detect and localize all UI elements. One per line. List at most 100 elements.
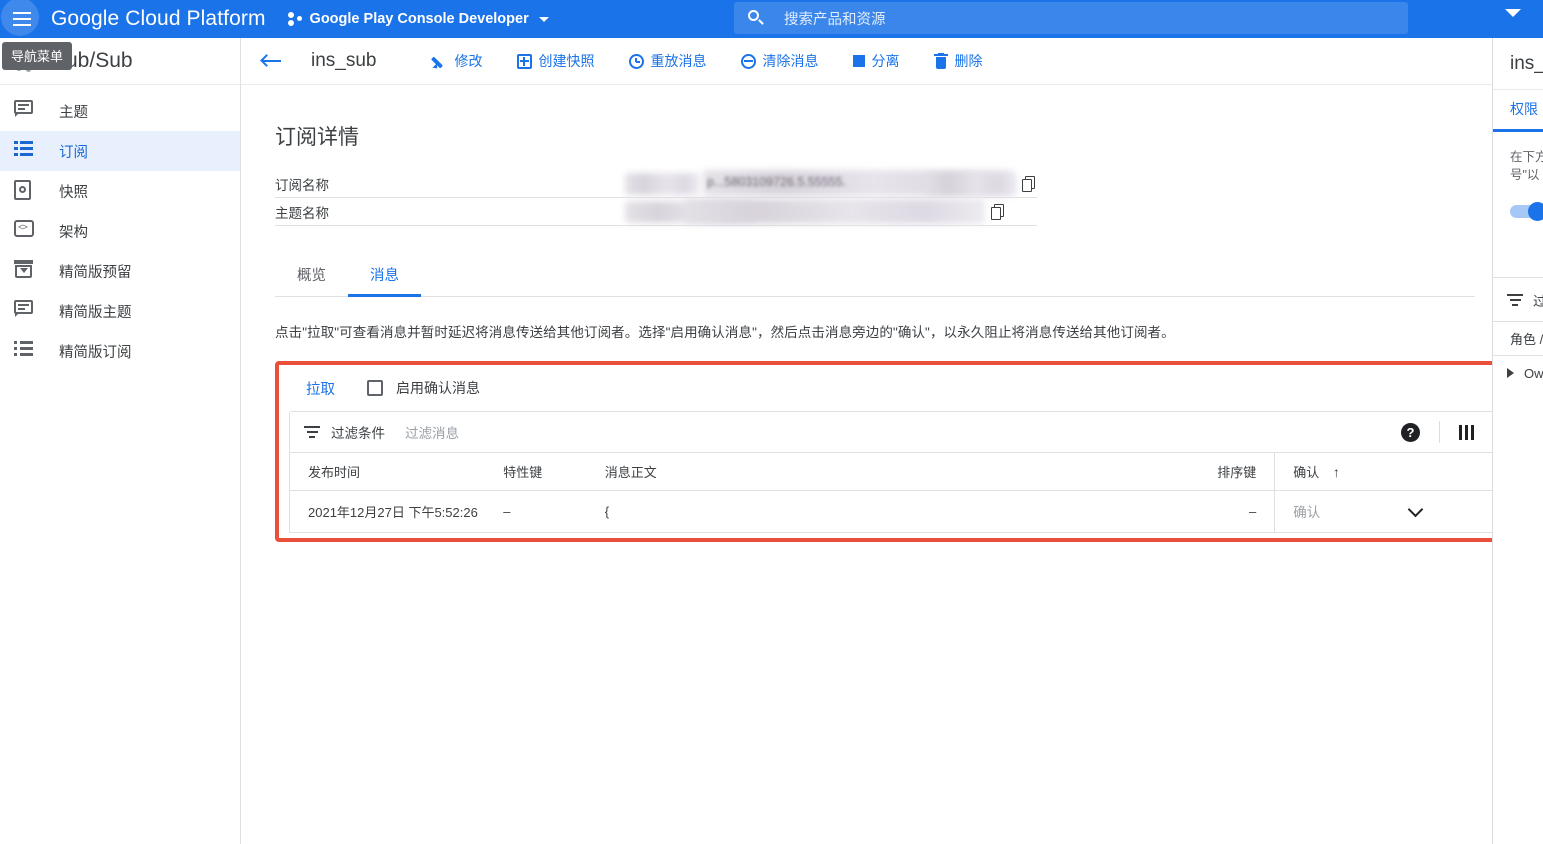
tab-overview[interactable]: 概览: [275, 254, 348, 296]
sidebar-item-schemas[interactable]: <> 架构: [0, 211, 240, 251]
side-panel-tabs: 权限: [1493, 90, 1543, 132]
column-header-message-body[interactable]: 消息正文: [604, 453, 1153, 491]
table-head: 发布时间 特性键 消息正文 排序键 确认 ↑: [290, 453, 1492, 491]
purge-messages-label: 清除消息: [762, 53, 819, 69]
sidebar-item-lite-reservations[interactable]: 精简版预留: [0, 251, 240, 291]
side-panel-description-line1: 在下方: [1510, 150, 1543, 164]
create-snapshot-button[interactable]: 创建快照: [516, 51, 595, 71]
columns-icon[interactable]: [1459, 424, 1475, 440]
edit-button[interactable]: 修改: [430, 51, 483, 71]
tab-messages[interactable]: 消息: [348, 254, 421, 297]
sidebar-item-label: 精简版预留: [59, 264, 132, 281]
chevron-down-icon[interactable]: [1407, 501, 1424, 517]
content-area: 订阅详情 订阅名称 p...5803109726.5.55555. 主题名称 概…: [241, 121, 1492, 542]
sidebar-item-label: 主题: [59, 104, 88, 121]
redacted-ghost-text: p...5803109726.5.55555.: [707, 174, 847, 189]
code-icon: <>: [14, 220, 36, 242]
checkbox-box-icon: [367, 380, 383, 396]
detail-value-redacted: p...5803109726.5.55555.: [625, 169, 1017, 196]
delete-label: 删除: [954, 53, 983, 69]
enable-ack-checkbox[interactable]: 启用确认消息: [367, 378, 480, 398]
column-header-publish-time[interactable]: 发布时间: [290, 453, 504, 491]
copy-icon[interactable]: [991, 203, 1006, 220]
pull-button[interactable]: 拉取: [306, 378, 335, 399]
side-panel-header: ins_: [1493, 38, 1543, 90]
sidebar-item-lite-subscriptions[interactable]: 精简版订阅: [0, 331, 240, 371]
tab-label: 消息: [370, 268, 399, 284]
tab-permissions[interactable]: 权限: [1493, 99, 1543, 129]
detail-tabs: 概览 消息: [275, 254, 1475, 297]
detail-label: 订阅名称: [275, 177, 329, 193]
sidebar-item-topics[interactable]: 主题: [0, 91, 240, 131]
messages-table-card: 过滤条件 过滤消息 ? 发布时间 特性键 消息正文 排序键 确认 ↑ 2021年…: [289, 411, 1492, 533]
detail-label: 主题名称: [275, 205, 329, 221]
table-row[interactable]: 2021年12月27日 下午5:52:26 – { – 确认: [290, 490, 1492, 533]
main-content: ins_sub 修改 创建快照 重放消息 清除消息 分离 删除 订阅详情 订阅名…: [241, 38, 1492, 844]
side-panel-role-label: Ow: [1524, 365, 1543, 381]
sidebar-nav-list: 主题 订阅 快照 <> 架构 精简版预留 精简版主题 精简版订阅: [0, 85, 240, 371]
pull-messages-highlight-box: 拉取 启用确认消息 过滤条件 过滤消息 ? 发布时间 特性键 消息正文 排序键 …: [275, 361, 1492, 542]
sidebar-item-subscriptions[interactable]: 订阅: [0, 131, 240, 171]
list-icon: [14, 340, 36, 362]
snapshot-icon: [516, 53, 532, 69]
detach-button[interactable]: 分离: [852, 51, 900, 71]
column-header-ordering-key[interactable]: 排序键: [1152, 453, 1275, 491]
pencil-icon: [430, 54, 448, 71]
snapshot-icon: [14, 180, 36, 202]
column-header-attribute-key[interactable]: 特性键: [503, 453, 605, 491]
navigation-menu-tooltip: 导航菜单: [2, 42, 73, 70]
detail-row-subscription-name: 订阅名称 p...5803109726.5.55555.: [275, 169, 1037, 198]
edit-button-label: 修改: [454, 53, 483, 69]
table-filter-bar: 过滤条件 过滤消息 ?: [290, 412, 1492, 453]
sidebar-item-label: 精简版订阅: [59, 344, 132, 361]
side-panel-description: 在下方 号"以: [1493, 132, 1543, 184]
back-arrow-icon[interactable]: [259, 48, 285, 74]
project-selector[interactable]: Google Play Console Developer: [287, 11, 549, 27]
navigation-menu-button[interactable]: [0, 0, 44, 38]
search-bar[interactable]: 搜索产品和资源: [734, 2, 1408, 34]
chat-icon: [14, 100, 36, 122]
create-snapshot-label: 创建快照: [538, 53, 595, 69]
filter-input[interactable]: 过滤消息: [405, 422, 459, 442]
replay-messages-button[interactable]: 重放消息: [628, 51, 707, 71]
purge-messages-button[interactable]: 清除消息: [740, 51, 819, 71]
archive-icon: [14, 260, 36, 282]
cell-publish-time: 2021年12月27日 下午5:52:26: [290, 490, 504, 533]
sort-ascending-icon: ↑: [1332, 464, 1340, 480]
table-body: 2021年12月27日 下午5:52:26 – { – 确认: [290, 490, 1492, 533]
copy-icon[interactable]: [1022, 175, 1037, 192]
chevron-down-icon: [538, 16, 549, 22]
delete-button[interactable]: 删除: [933, 51, 983, 71]
app-root: Google Cloud Platform Google Play Consol…: [0, 0, 1543, 844]
cell-ack: 确认: [1274, 490, 1492, 533]
sidebar-item-label: 精简版主题: [59, 304, 132, 321]
toggle-knob: [1528, 202, 1543, 221]
subscription-details-title: 订阅详情: [275, 126, 359, 149]
detail-value-redacted: [625, 198, 985, 224]
action-button-group: 修改 创建快照 重放消息 清除消息 分离 删除: [430, 51, 1017, 71]
page-title: ins_sub: [311, 50, 377, 71]
messages-hint-text: 点击"拉取"可查看消息并暂时延迟将消息传送给其他订阅者。选择"启用确认消息"，然…: [275, 325, 1175, 340]
filter-icon: [304, 426, 320, 438]
top-app-bar: Google Cloud Platform Google Play Consol…: [0, 0, 1543, 38]
help-icon[interactable]: ?: [1401, 422, 1420, 442]
replay-messages-label: 重放消息: [650, 53, 707, 69]
column-header-ack[interactable]: 确认 ↑: [1274, 453, 1492, 491]
side-panel-column-header: 角色 /: [1493, 322, 1543, 356]
sidebar-item-snapshots[interactable]: 快照: [0, 171, 240, 211]
topbar-expand-chevron-down-icon[interactable]: [1505, 9, 1521, 17]
permissions-side-panel: ins_ 权限 在下方 号"以 过 角色 / Ow: [1492, 38, 1543, 844]
expand-triangle-icon[interactable]: [1507, 368, 1514, 378]
column-header-ack-label: 确认: [1293, 465, 1320, 480]
detail-row-topic-name: 主题名称: [275, 198, 1037, 226]
chat-icon: [14, 300, 36, 322]
side-panel-role-row[interactable]: Ow: [1493, 356, 1543, 390]
list-icon: [14, 140, 36, 162]
ack-button[interactable]: 确认: [1293, 501, 1320, 521]
sidebar-item-label: 架构: [59, 224, 88, 241]
sidebar-item-lite-topics[interactable]: 精简版主题: [0, 291, 240, 331]
action-toolbar: ins_sub 修改 创建快照 重放消息 清除消息 分离 删除: [241, 38, 1492, 85]
inherited-permissions-toggle[interactable]: [1510, 202, 1543, 221]
project-name: Google Play Console Developer: [309, 11, 529, 27]
side-panel-filter-bar[interactable]: 过: [1493, 278, 1543, 322]
